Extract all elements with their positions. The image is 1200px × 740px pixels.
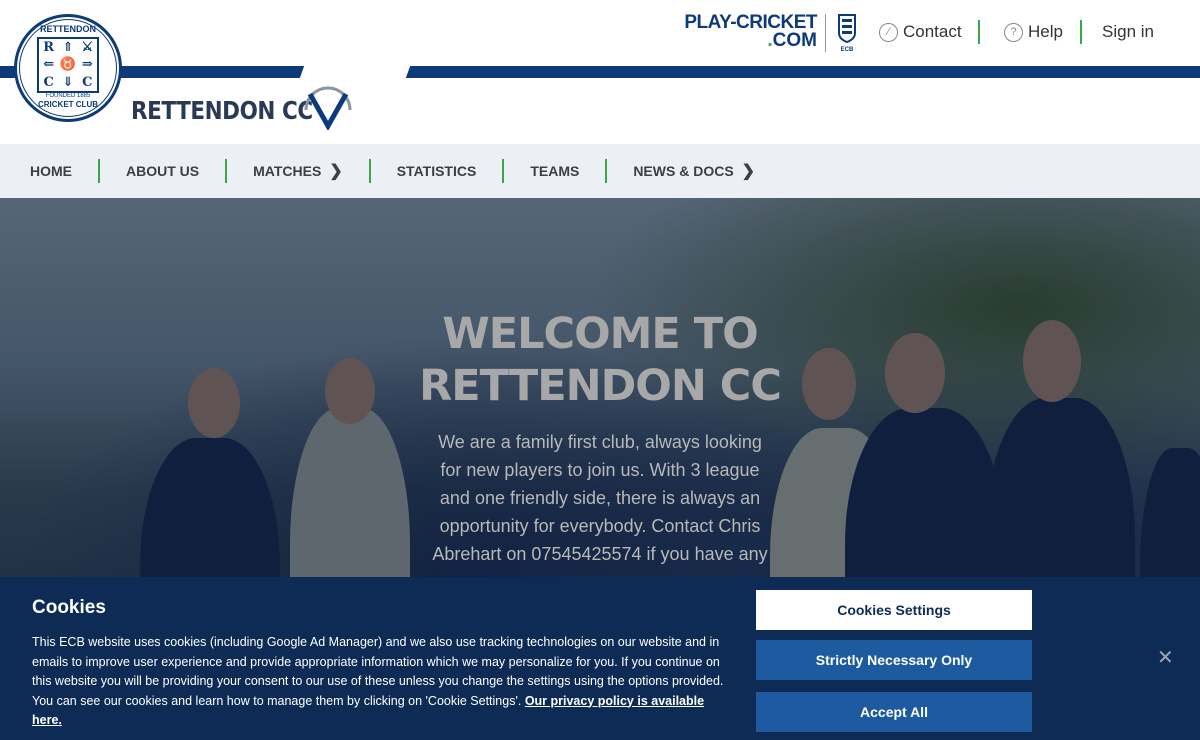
- logo-shield-letter: C: [82, 74, 93, 90]
- logo-shield-arrow-right: ⇒: [81, 57, 93, 73]
- playcricket-com: COM: [772, 30, 817, 51]
- cookies-settings-button[interactable]: Cookies Settings: [756, 590, 1032, 630]
- strictly-necessary-button[interactable]: Strictly Necessary Only: [756, 640, 1032, 680]
- nav-item-label: STATISTICS: [396, 163, 477, 179]
- site-name[interactable]: RETTENDON CC: [131, 96, 313, 125]
- cookie-banner: Cookies This ECB website uses cookies (i…: [0, 577, 1200, 740]
- cookie-text: This ECB website uses cookies (including…: [32, 633, 732, 731]
- nav-item-label: MATCHES: [253, 163, 322, 179]
- accept-all-button[interactable]: Accept All: [756, 692, 1032, 732]
- nav-item-label: ABOUT US: [126, 163, 200, 179]
- nav-item-label: HOME: [30, 163, 72, 179]
- help-link[interactable]: ? Help: [1004, 22, 1063, 42]
- logo-shield-bull-icon: ♉: [59, 57, 77, 73]
- ecb-lions-icon[interactable]: ECB: [836, 13, 858, 53]
- ecb-label: ECB: [841, 47, 854, 53]
- nav-item-news-docs[interactable]: NEWS & DOCS ❯: [607, 159, 781, 183]
- contact-link[interactable]: ∕ Contact: [879, 22, 962, 42]
- signin-link[interactable]: Sign in: [1102, 22, 1154, 42]
- top-separator: [978, 20, 980, 44]
- chevron-right-icon: ❯: [329, 163, 343, 180]
- hero-title-line2: RETTENDON CC: [419, 361, 782, 411]
- v-crest-icon: [304, 86, 352, 130]
- nav-item-teams[interactable]: TEAMS: [504, 159, 605, 183]
- logo-top-text: RETTENDON: [40, 24, 96, 34]
- hero-title: WELCOME TO RETTENDON CC: [0, 308, 1200, 412]
- ecb-divider: [825, 14, 826, 52]
- cookie-title: Cookies: [32, 597, 106, 618]
- hero-title-line1: WELCOME TO: [442, 309, 758, 359]
- nav-item-statistics[interactable]: STATISTICS: [371, 159, 503, 183]
- logo-shield-letter: ⚔: [81, 40, 94, 56]
- contact-label: Contact: [903, 22, 962, 41]
- nav-item-matches[interactable]: MATCHES ❯: [227, 159, 369, 183]
- nav-item-home[interactable]: HOME: [0, 159, 98, 183]
- nav-item-label: TEAMS: [530, 163, 580, 179]
- logo-shield-letter: C: [43, 74, 54, 90]
- playcricket-logo-line2: .COM: [682, 30, 817, 51]
- top-separator: [1080, 20, 1082, 44]
- logo-shield: R ⇑ ⚔ ⇐ ♉ ⇒ C ⇓ C: [37, 37, 99, 93]
- chevron-right-icon: ❯: [741, 163, 756, 180]
- nav-item-about-us[interactable]: ABOUT US: [100, 159, 225, 183]
- logo-shield-arrow-down: ⇓: [62, 74, 74, 90]
- logo-founded-text: FOUNDED 1885: [45, 93, 91, 99]
- logo-shield-arrow-up: ⇑: [62, 40, 74, 56]
- help-icon: ?: [1004, 22, 1023, 42]
- club-logo[interactable]: RETTENDON R ⇑ ⚔ ⇐ ♉ ⇒ C ⇓ C FOUNDED 1885…: [14, 14, 122, 122]
- logo-shield-arrow-left: ⇐: [43, 57, 55, 73]
- hero-description: We are a family first club, always looki…: [432, 432, 768, 564]
- playcricket-logo[interactable]: PLAY-CRICKET .COM: [682, 13, 817, 51]
- signin-label: Sign in: [1102, 22, 1154, 41]
- logo-bottom-text: CRICKET CLUB: [38, 100, 98, 109]
- header-stripe-gap: [299, 66, 411, 78]
- contact-icon: ∕: [879, 22, 898, 42]
- nav-item-label: NEWS & DOCS: [633, 163, 734, 179]
- club-logo-inner: RETTENDON R ⇑ ⚔ ⇐ ♉ ⇒ C ⇓ C FOUNDED 1885…: [19, 19, 117, 117]
- header-stripe: [0, 66, 1200, 78]
- close-icon[interactable]: ✕: [1157, 645, 1174, 670]
- help-label: Help: [1028, 22, 1063, 41]
- main-nav: HOME ABOUT US MATCHES ❯ STATISTICS TEAMS…: [0, 144, 1200, 198]
- logo-shield-letter: R: [43, 40, 55, 56]
